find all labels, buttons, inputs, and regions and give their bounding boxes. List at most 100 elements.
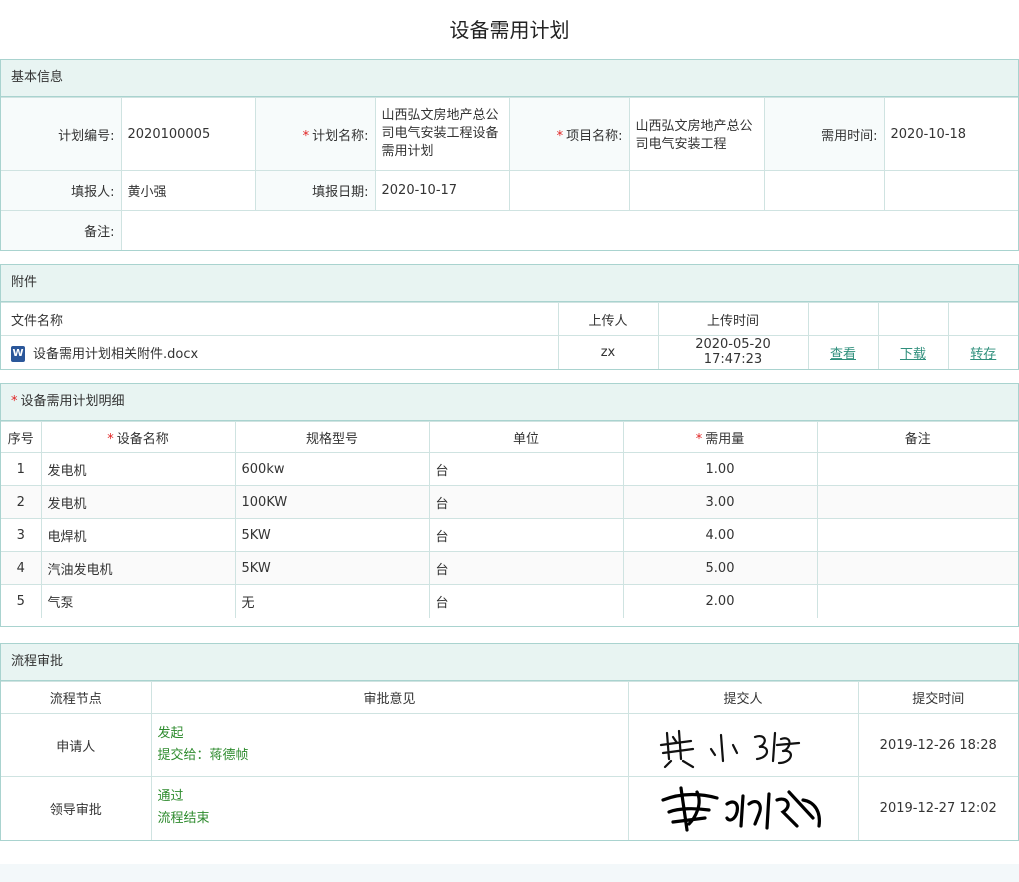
attachments-panel: 附件 文件名称 上传人 上传时间 W 设备需用计划相关附件.docx zx 202… <box>0 264 1019 370</box>
col-no: 序号 <box>1 421 42 453</box>
need-time-value: 2020-10-18 <box>883 97 1018 171</box>
report-date-label: 填报日期: <box>254 170 376 211</box>
table-row: 2 发电机 100KW 台 3.00 <box>1 485 1018 519</box>
opinion-line: 通过 <box>157 789 184 805</box>
submit-time: 2019-12-26 18:28 <box>857 713 1018 777</box>
row-remark <box>816 584 1018 618</box>
row-no: 5 <box>1 584 42 618</box>
col-submit-time: 提交时间 <box>857 681 1018 714</box>
plan-no-label: 计划编号: <box>1 97 122 171</box>
row-unit: 台 <box>428 518 624 552</box>
row-no: 1 <box>1 452 42 486</box>
row-qty: 4.00 <box>622 518 818 552</box>
col-unit: 单位 <box>428 421 624 453</box>
row-qty: 2.00 <box>622 584 818 618</box>
basic-info-panel: 基本信息 计划编号: 2020100005 * 计划名称: 山西弘文房地产总公司电… <box>0 59 1019 251</box>
project-value: 山西弘文房地产总公司电气安装工程 <box>628 97 765 171</box>
row-unit: 台 <box>428 551 624 585</box>
approval-table: 流程节点 审批意见 提交人 提交时间 申请人 发起 提交给：蒋德帧 2019-1… <box>1 681 1018 840</box>
plan-no-value: 2020100005 <box>120 97 256 171</box>
row-no: 4 <box>1 551 42 585</box>
submit-time: 2019-12-27 12:02 <box>857 776 1018 840</box>
row-remark <box>816 551 1018 585</box>
col-remark: 备注 <box>816 421 1018 453</box>
col-qty: * 需用量 <box>622 421 818 453</box>
details-header: * 设备需用计划明细 <box>1 384 1018 421</box>
col-spec: 规格型号 <box>234 421 430 453</box>
row-spec: 5KW <box>234 518 430 552</box>
approval-opinion: 发起 提交给：蒋德帧 <box>150 713 629 777</box>
row-unit: 台 <box>428 584 624 618</box>
signature-image <box>627 776 859 840</box>
node-name: 领导审批 <box>1 776 152 840</box>
row-remark <box>816 485 1018 519</box>
handwritten-signature <box>659 729 801 769</box>
row-unit: 台 <box>428 452 624 486</box>
view-link[interactable]: 查看 <box>807 335 879 369</box>
plan-name-value: 山西弘文房地产总公司电气安装工程设备需用计划 <box>374 97 510 171</box>
row-name: 发电机 <box>40 485 236 519</box>
table-row: 5 气泵 无 台 2.00 <box>1 584 1018 618</box>
transfer-link[interactable]: 转存 <box>947 335 1018 369</box>
table-row: 申请人 发起 提交给：蒋德帧 2019-12-26 18:28 <box>1 713 1018 777</box>
report-date-value: 2020-10-17 <box>374 170 510 211</box>
row-name: 发电机 <box>40 452 236 486</box>
details-panel: * 设备需用计划明细 序号 * 设备名称 规格型号 单位 * 需用量 备注 1 发电机… <box>0 383 1019 627</box>
need-time-label: 需用时间: <box>763 97 885 171</box>
footer-bar <box>0 864 1019 882</box>
row-no: 3 <box>1 518 42 552</box>
attachments-header: 附件 <box>1 265 1018 302</box>
reporter-value: 黄小强 <box>120 170 256 211</box>
col-filename: 文件名称 <box>1 302 559 336</box>
reporter-label: 填报人: <box>1 170 122 211</box>
empty-cell <box>807 302 879 336</box>
table-row: 领导审批 通过 流程结束 2019-12-27 12:02 <box>1 776 1018 840</box>
col-upload-time: 上传时间 <box>657 302 809 336</box>
row-qty: 3.00 <box>622 485 818 519</box>
plan-name-label: * 计划名称: <box>254 97 376 171</box>
row-no: 2 <box>1 485 42 519</box>
col-opinion: 审批意见 <box>150 681 629 714</box>
approval-opinion: 通过 流程结束 <box>150 776 629 840</box>
basic-info-header: 基本信息 <box>1 60 1018 97</box>
details-table: 序号 * 设备名称 规格型号 单位 * 需用量 备注 1 发电机 600kw 台 1… <box>1 421 1018 618</box>
attachment-uploader: zx <box>557 335 659 369</box>
project-label: * 项目名称: <box>508 97 630 171</box>
handwritten-signature <box>661 786 821 832</box>
col-equipment-name: * 设备名称 <box>40 421 236 453</box>
empty-cell <box>877 302 949 336</box>
signature-image <box>627 713 859 777</box>
row-unit: 台 <box>428 485 624 519</box>
node-name: 申请人 <box>1 713 152 777</box>
word-doc-icon: W <box>11 346 25 362</box>
row-spec: 无 <box>234 584 430 618</box>
attachment-file[interactable]: W 设备需用计划相关附件.docx <box>1 335 559 369</box>
opinion-line: 提交给：蒋德帧 <box>157 748 249 763</box>
row-spec: 100KW <box>234 485 430 519</box>
opinion-line: 发起 <box>157 726 184 741</box>
row-name: 汽油发电机 <box>40 551 236 585</box>
row-remark <box>816 452 1018 486</box>
row-qty: 5.00 <box>622 551 818 585</box>
row-spec: 600kw <box>234 452 430 486</box>
col-submitter: 提交人 <box>627 681 859 714</box>
empty-cell <box>883 170 1018 211</box>
page-title: 设备需用计划 <box>449 18 570 42</box>
row-name: 气泵 <box>40 584 236 618</box>
remark-label: 备注: <box>1 210 122 250</box>
table-row: 4 汽油发电机 5KW 台 5.00 <box>1 551 1018 585</box>
row-name: 电焊机 <box>40 518 236 552</box>
approval-header: 流程审批 <box>1 644 1018 681</box>
remark-value <box>120 210 1018 250</box>
attachment-filename: 设备需用计划相关附件.docx <box>33 346 199 362</box>
attachment-time: 2020-05-20 17:47:23 <box>657 335 809 369</box>
empty-cell <box>628 170 765 211</box>
table-row: 1 发电机 600kw 台 1.00 <box>1 452 1018 486</box>
empty-cell <box>508 170 630 211</box>
approval-panel: 流程审批 流程节点 审批意见 提交人 提交时间 申请人 发起 提交给：蒋德帧 2… <box>0 643 1019 841</box>
row-qty: 1.00 <box>622 452 818 486</box>
row-spec: 5KW <box>234 551 430 585</box>
attachments-table: 文件名称 上传人 上传时间 W 设备需用计划相关附件.docx zx 2020-0… <box>1 302 1018 369</box>
empty-cell <box>763 170 885 211</box>
download-link[interactable]: 下载 <box>877 335 949 369</box>
